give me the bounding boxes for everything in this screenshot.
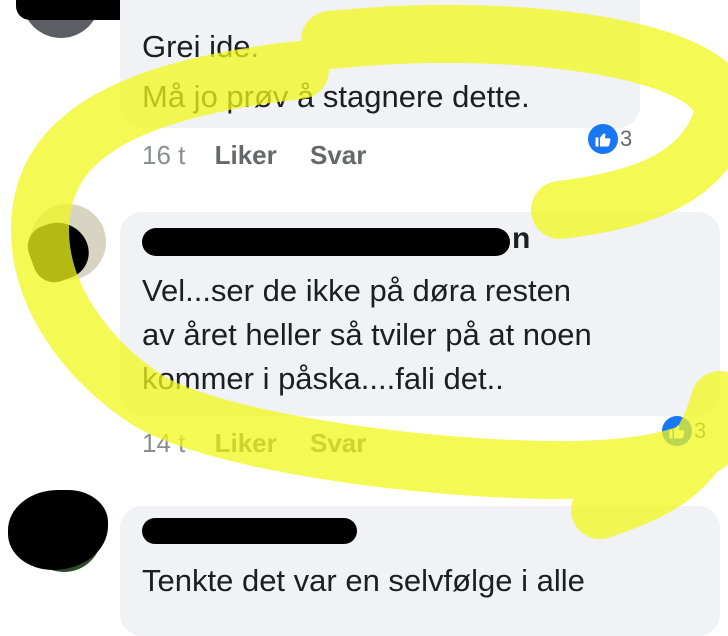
author-name-fragment: n bbox=[512, 222, 531, 255]
reaction-badge[interactable]: 3 bbox=[662, 416, 706, 446]
redaction-mark bbox=[142, 518, 357, 544]
comment-timestamp: 16 t bbox=[142, 140, 186, 170]
comment-text-line: av året heller så tviler på at noen bbox=[142, 317, 592, 352]
reaction-count: 3 bbox=[620, 126, 633, 151]
comment-timestamp: 14 t bbox=[142, 428, 186, 458]
comment-meta: 16 t Liker Svar bbox=[142, 140, 366, 171]
comment-text-line: kommer i påska....fali det.. bbox=[142, 361, 504, 396]
thumbs-up-icon bbox=[588, 124, 618, 154]
comment-text-line: Tenkte det var en selvfølge i alle bbox=[142, 563, 585, 598]
thumbs-up-icon bbox=[662, 416, 692, 446]
comment-text-line: Grei ide. bbox=[142, 29, 260, 64]
reaction-badge[interactable]: 3 bbox=[588, 124, 632, 154]
redaction-mark bbox=[142, 228, 510, 256]
reply-link[interactable]: Svar bbox=[310, 428, 366, 458]
comment-text-line: Må jo prøv å stagnere dette. bbox=[142, 79, 530, 114]
reaction-count: 3 bbox=[694, 418, 707, 443]
comment-meta: 14 t Liker Svar bbox=[142, 428, 366, 459]
comment-author[interactable]: n bbox=[142, 222, 532, 262]
like-link[interactable]: Liker bbox=[215, 428, 277, 458]
like-link[interactable]: Liker bbox=[215, 140, 277, 170]
comment-text-line: Vel...ser de ikke på døra resten bbox=[142, 273, 572, 308]
reply-link[interactable]: Svar bbox=[310, 140, 366, 170]
